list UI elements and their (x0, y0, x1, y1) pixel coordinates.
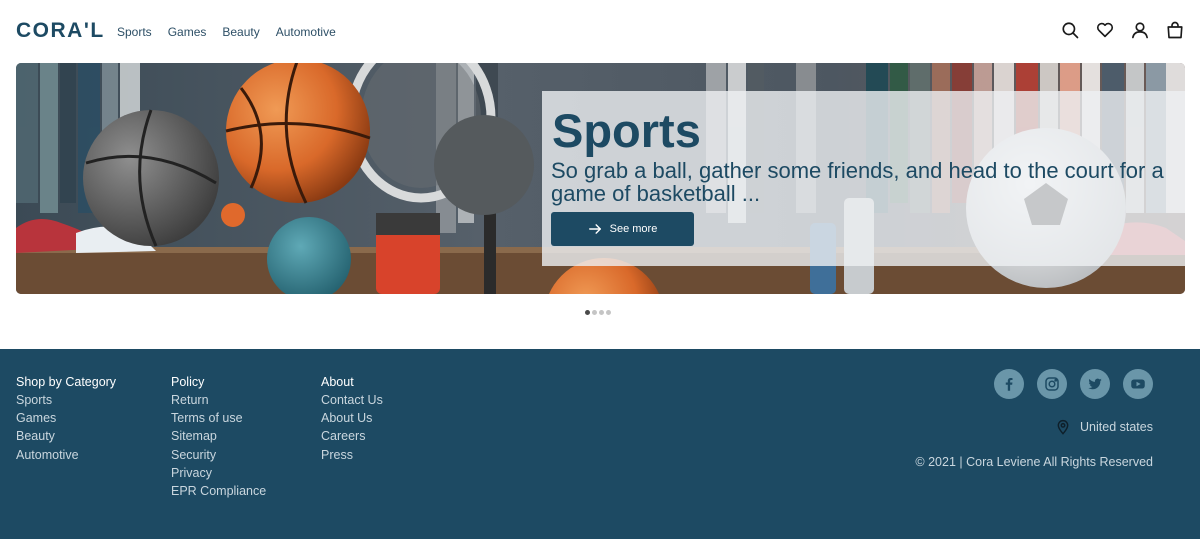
location-label: United states (1080, 420, 1153, 434)
copyright-text: © 2021 | Cora Leviene All Rights Reserve… (915, 455, 1153, 469)
footer-column-policy: Policy Return Terms of use Sitemap Secur… (171, 373, 266, 500)
footer-link-sitemap[interactable]: Sitemap (171, 427, 266, 445)
header-actions (1061, 21, 1184, 39)
footer-link-security[interactable]: Security (171, 446, 266, 464)
nav-link-sports[interactable]: Sports (117, 25, 152, 39)
footer-link-sports[interactable]: Sports (16, 391, 116, 409)
footer-link-contact[interactable]: Contact Us (321, 391, 383, 409)
footer-link-press[interactable]: Press (321, 446, 383, 464)
bag-icon[interactable] (1166, 21, 1184, 39)
footer-heading: Policy (171, 375, 205, 389)
main-nav: Sports Games Beauty Automotive (117, 25, 336, 39)
hero-description: So grab a ball, gather some friends, and… (551, 158, 1164, 206)
search-icon[interactable] (1061, 21, 1079, 39)
map-pin-icon (1057, 419, 1069, 435)
nav-link-automotive[interactable]: Automotive (276, 25, 336, 39)
youtube-icon[interactable] (1123, 369, 1153, 399)
hero-caption: Sports So grab a ball, gather some frien… (542, 91, 1185, 266)
carousel-dot-4[interactable] (606, 310, 611, 315)
footer-link-beauty[interactable]: Beauty (16, 427, 116, 445)
footer-link-epr[interactable]: EPR Compliance (171, 482, 266, 500)
footer-column-category: Shop by Category Sports Games Beauty Aut… (16, 373, 116, 464)
carousel-dot-2[interactable] (592, 310, 597, 315)
nav-link-beauty[interactable]: Beauty (222, 25, 259, 39)
nav-link-games[interactable]: Games (168, 25, 207, 39)
footer-link-about-us[interactable]: About Us (321, 409, 383, 427)
carousel-indicators (585, 310, 611, 315)
arrow-right-icon (588, 224, 601, 234)
user-icon[interactable] (1131, 21, 1149, 39)
heart-icon[interactable] (1096, 21, 1114, 39)
carousel-dot-1[interactable] (585, 310, 590, 315)
footer-heading: Shop by Category (16, 375, 117, 389)
hero-title: Sports (552, 104, 701, 157)
footer-link-terms[interactable]: Terms of use (171, 409, 266, 427)
footer-link-return[interactable]: Return (171, 391, 266, 409)
footer-link-privacy[interactable]: Privacy (171, 464, 266, 482)
twitter-icon[interactable] (1080, 369, 1110, 399)
see-more-label: See more (609, 223, 658, 235)
social-links (994, 369, 1153, 399)
hero-banner: Sports So grab a ball, gather some frien… (16, 63, 1185, 294)
site-logo[interactable]: CORA'L (16, 19, 105, 43)
footer-link-games[interactable]: Games (16, 409, 116, 427)
carousel-dot-3[interactable] (599, 310, 604, 315)
location[interactable]: United states (1055, 419, 1153, 435)
see-more-button[interactable]: See more (551, 212, 694, 246)
facebook-icon[interactable] (994, 369, 1024, 399)
footer-link-careers[interactable]: Careers (321, 427, 383, 445)
footer-link-automotive[interactable]: Automotive (16, 446, 116, 464)
site-footer: Shop by Category Sports Games Beauty Aut… (0, 349, 1200, 539)
site-header: CORA'L Sports Games Beauty Automotive (0, 0, 1200, 63)
footer-column-about: About Contact Us About Us Careers Press (321, 373, 383, 464)
instagram-icon[interactable] (1037, 369, 1067, 399)
footer-heading: About (321, 375, 354, 389)
